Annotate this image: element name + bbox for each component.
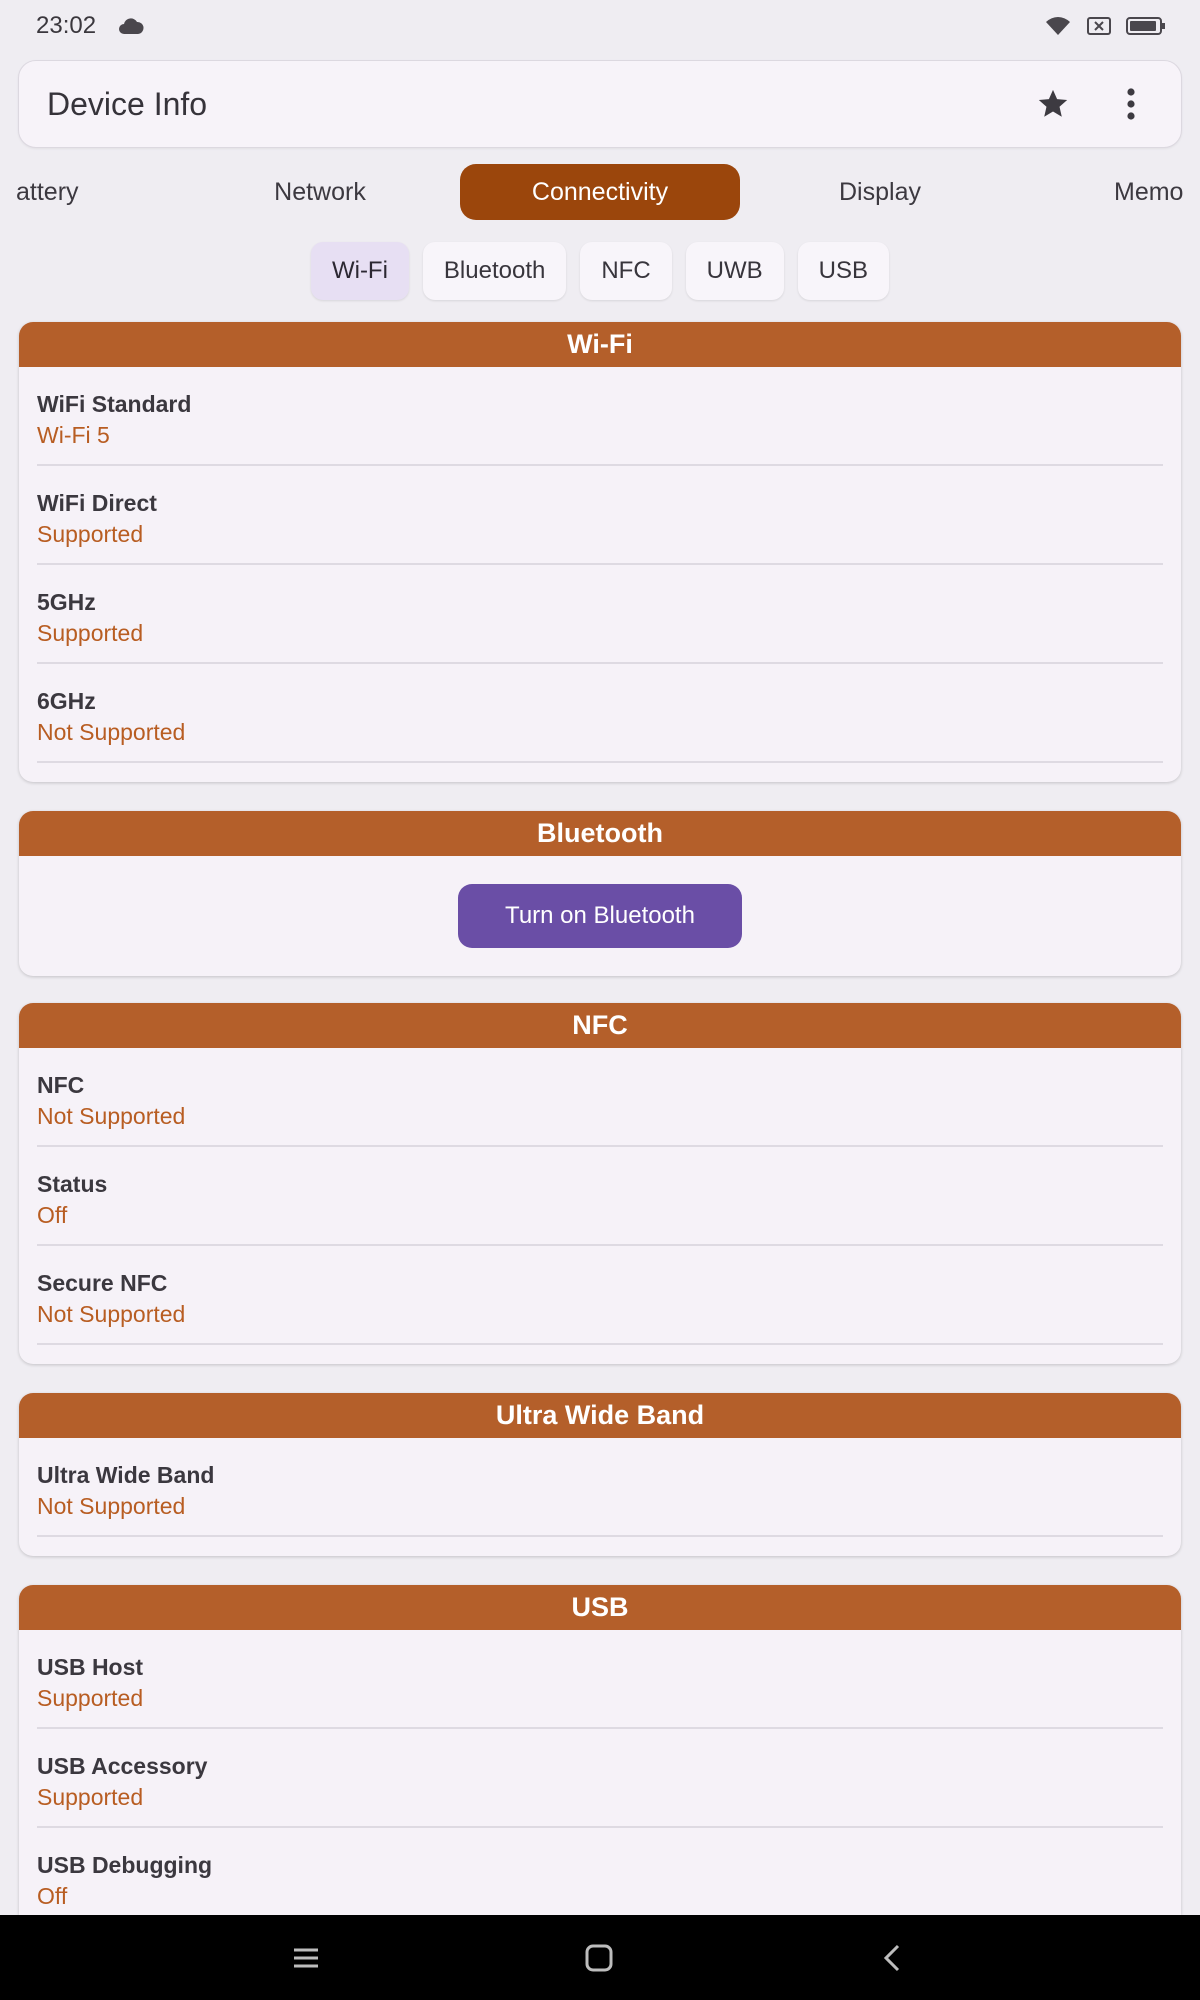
back-icon[interactable]	[852, 1915, 932, 2000]
wifi-card: Wi-Fi WiFi Standard Wi-Fi 5 WiFi Direct …	[19, 322, 1181, 782]
row-label: 5GHz	[37, 589, 96, 615]
status-time: 23:02	[36, 12, 97, 39]
info-row: Ultra Wide Band Not Supported	[37, 1438, 1163, 1537]
row-label: NFC	[37, 1072, 85, 1098]
tab-connectivity[interactable]: Connectivity	[460, 164, 740, 220]
battery-icon	[1126, 15, 1166, 37]
wifi-icon	[1044, 15, 1072, 37]
info-row: 5GHz Supported	[37, 565, 1163, 664]
row-value: Not Supported	[37, 1301, 186, 1327]
uwb-card: Ultra Wide Band Ultra Wide Band Not Supp…	[19, 1393, 1181, 1556]
cloud-icon	[118, 17, 144, 35]
row-label: Status	[37, 1171, 108, 1197]
turn-on-bluetooth-button[interactable]: Turn on Bluetooth	[458, 884, 742, 948]
row-label: USB Debugging	[37, 1852, 213, 1878]
row-value: Wi-Fi 5	[37, 422, 110, 448]
row-value: Supported	[37, 620, 144, 646]
row-value: Supported	[37, 1784, 144, 1810]
info-row: USB Accessory Supported	[37, 1729, 1163, 1828]
row-value: Not Supported	[37, 1103, 186, 1129]
row-value: Off	[37, 1202, 68, 1228]
row-value: Not Supported	[37, 1493, 186, 1519]
row-value: Not Supported	[37, 719, 186, 745]
row-label: Ultra Wide Band	[37, 1462, 215, 1488]
row-value: Supported	[37, 1685, 144, 1711]
row-label: Secure NFC	[37, 1270, 168, 1296]
bluetooth-card-title: Bluetooth	[19, 811, 1181, 856]
info-row: NFC Not Supported	[37, 1048, 1163, 1147]
tab-display[interactable]: Display	[785, 164, 975, 220]
sub-tab-chips: Wi-Fi Bluetooth NFC UWB USB	[0, 242, 1200, 300]
sim-off-icon	[1086, 15, 1112, 37]
row-label: USB Accessory	[37, 1753, 208, 1779]
star-icon[interactable]	[1033, 84, 1073, 124]
tab-network[interactable]: Network	[225, 164, 415, 220]
chip-usb[interactable]: USB	[797, 242, 890, 300]
info-row: USB Host Supported	[37, 1630, 1163, 1729]
row-label: WiFi Standard	[37, 391, 192, 417]
system-nav-bar	[0, 1915, 1200, 2000]
tab-battery[interactable]: attery	[16, 164, 106, 220]
info-row: USB Debugging Off	[37, 1828, 1163, 1915]
row-label: WiFi Direct	[37, 490, 157, 516]
info-row: 6GHz Not Supported	[37, 664, 1163, 763]
nfc-card: NFC NFC Not Supported Status Off Secure …	[19, 1003, 1181, 1364]
info-row: Secure NFC Not Supported	[37, 1246, 1163, 1345]
page-title: Device Info	[47, 85, 208, 122]
info-row: WiFi Standard Wi-Fi 5	[37, 367, 1163, 466]
info-row: WiFi Direct Supported	[37, 466, 1163, 565]
app-bar: Device Info	[18, 60, 1182, 148]
info-row: Status Off	[37, 1147, 1163, 1246]
row-value: Off	[37, 1883, 68, 1909]
status-bar: 23:02	[0, 0, 1200, 52]
chip-wifi[interactable]: Wi-Fi	[310, 242, 409, 300]
bluetooth-card: Bluetooth Turn on Bluetooth	[19, 811, 1181, 976]
chip-uwb[interactable]: UWB	[685, 242, 784, 300]
usb-card-title: USB	[19, 1585, 1181, 1630]
tab-memory[interactable]: Memo	[1114, 164, 1200, 220]
row-label: USB Host	[37, 1654, 144, 1680]
home-icon[interactable]	[559, 1915, 639, 2000]
chip-nfc[interactable]: NFC	[580, 242, 672, 300]
recents-icon[interactable]	[266, 1915, 346, 2000]
wifi-card-title: Wi-Fi	[19, 322, 1181, 367]
nfc-card-title: NFC	[19, 1003, 1181, 1048]
uwb-card-title: Ultra Wide Band	[19, 1393, 1181, 1438]
usb-card: USB USB Host Supported USB Accessory Sup…	[19, 1585, 1181, 1915]
more-vert-icon[interactable]	[1111, 84, 1151, 124]
row-label: 6GHz	[37, 688, 96, 714]
main-tabs: attery Network Connectivity Display Memo	[0, 162, 1200, 222]
chip-bluetooth[interactable]: Bluetooth	[422, 242, 567, 300]
row-value: Supported	[37, 521, 144, 547]
